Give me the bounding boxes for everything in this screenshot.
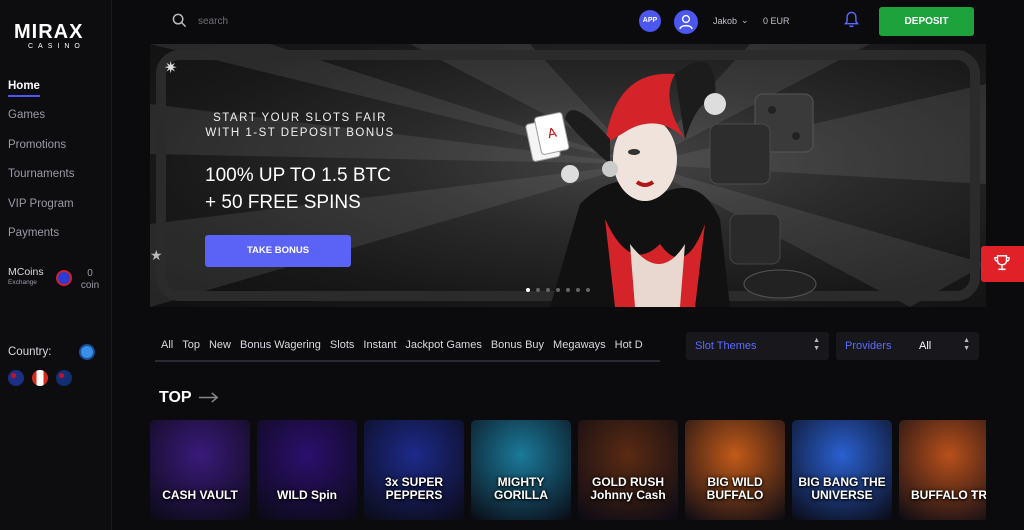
app-download-button[interactable]: APP (639, 10, 661, 32)
logo-text: MIRAX (14, 21, 84, 43)
tab-bonus-wagering[interactable]: Bonus Wagering (240, 339, 321, 351)
search-icon[interactable] (172, 13, 187, 28)
banner-offer: 100% UP TO 1.5 BTC + 50 FREE SPINS (205, 165, 391, 213)
promo-banner: ✷ ★ START YOUR SLOTS FAIR WITH 1-ST DEPO… (150, 44, 986, 307)
slide-dot[interactable] (586, 288, 590, 292)
slide-dot[interactable] (556, 288, 560, 292)
sidebar: MIRAX CASINO Home Games Promotions Tourn… (0, 0, 112, 530)
game-title: BIG BANG THE UNIVERSE (798, 475, 886, 502)
balance: 0 EUR (763, 16, 790, 26)
tab-slots[interactable]: Slots (330, 339, 354, 351)
sidebar-nav: Home Games Promotions Tournaments VIP Pr… (8, 72, 108, 248)
slot-themes-label: Slot Themes (695, 340, 757, 352)
game-tile[interactable]: CASH VAULT (150, 420, 250, 520)
tabs-scroll-indicator (155, 360, 491, 362)
game-tile[interactable]: 3x SUPER PEPPERS (364, 420, 464, 520)
mcoins-exchange[interactable]: MCoins Exchange 0 coin (8, 266, 108, 306)
casino-app: MIRAX CASINO Home Games Promotions Tourn… (0, 0, 1024, 530)
tournaments-side-button[interactable] (981, 246, 1024, 282)
australia-flag-icon[interactable] (8, 370, 24, 386)
logo[interactable]: MIRAX CASINO (14, 22, 96, 54)
banner-subtitle: START YOUR SLOTS FAIR WITH 1-ST DEPOSIT … (205, 112, 395, 139)
star-icon: ✷ (164, 60, 178, 77)
sort-arrows-icon: ▲ ▼ (813, 337, 820, 352)
mcoins-balance: 0 coin (80, 268, 100, 291)
category-tabs: All Top New Bonus Wagering Slots Instant… (155, 330, 660, 362)
game-title: CASH VAULT (162, 488, 238, 502)
user-icon (679, 14, 693, 30)
sidebar-item-home[interactable]: Home (8, 72, 108, 101)
slide-dot[interactable] (576, 288, 580, 292)
providers-select[interactable]: Providers All ▲ ▼ (836, 332, 979, 360)
top-bar: APP Jakob ⌄ 0 EUR DEPOSIT (150, 0, 986, 44)
games-carousel: CASH VAULT WILD Spin 3x SUPER PEPPERS MI… (150, 420, 986, 530)
chevron-right-icon[interactable]: › (963, 480, 985, 506)
tab-instant[interactable]: Instant (363, 339, 396, 351)
game-title: MIGHTY GORILLA (494, 475, 548, 502)
game-tile[interactable]: BIG BANG THE UNIVERSE (792, 420, 892, 520)
sidebar-item-payments[interactable]: Payments (8, 219, 108, 248)
game-title: GOLD RUSH Johnny Cash (590, 475, 666, 502)
game-tile[interactable]: MIGHTY GORILLA (471, 420, 571, 520)
sidebar-item-vip-program[interactable]: VIP Program (8, 190, 108, 219)
country-selector: Country: (8, 344, 108, 386)
slide-dot[interactable] (546, 288, 550, 292)
tab-all[interactable]: All (161, 339, 173, 351)
tab-top[interactable]: Top (182, 339, 200, 351)
sidebar-item-games[interactable]: Games (8, 101, 108, 130)
sidebar-item-promotions[interactable]: Promotions (8, 131, 108, 160)
logo-subtext: CASINO (28, 43, 85, 50)
game-title: WILD Spin (277, 488, 337, 502)
slide-dot[interactable] (566, 288, 570, 292)
providers-value: All (919, 340, 932, 352)
game-title: 3x SUPER PEPPERS (384, 475, 444, 502)
game-tile[interactable]: GOLD RUSH Johnny Cash (578, 420, 678, 520)
slot-themes-select[interactable]: Slot Themes ▲ ▼ (686, 332, 829, 360)
sidebar-item-tournaments[interactable]: Tournaments (8, 160, 108, 189)
deposit-button[interactable]: DEPOSIT (879, 7, 974, 36)
search-input[interactable] (198, 12, 398, 30)
bell-icon[interactable] (844, 11, 859, 28)
user-avatar[interactable] (674, 10, 698, 34)
game-title: BIG WILD BUFFALO (706, 475, 764, 502)
canada-flag-icon[interactable] (32, 370, 48, 386)
jester-illustration: A (525, 61, 817, 307)
slide-dot[interactable] (536, 288, 540, 292)
sort-arrows-icon: ▲ ▼ (963, 337, 970, 352)
trophy-icon (994, 255, 1010, 271)
slide-dot[interactable] (526, 288, 530, 292)
arrow-right-icon[interactable] (198, 391, 220, 404)
game-tile[interactable]: WILD Spin (257, 420, 357, 520)
slide-indicator (526, 288, 590, 292)
tab-new[interactable]: New (209, 339, 231, 351)
chevron-down-icon[interactable]: ⌄ (741, 15, 749, 26)
tab-jackpot-games[interactable]: Jackpot Games (405, 339, 481, 351)
mcoin-icon (56, 270, 72, 286)
new-zealand-flag-icon[interactable] (56, 370, 72, 386)
take-bonus-button[interactable]: TAKE BONUS (205, 235, 351, 267)
tab-megaways[interactable]: Megaways (553, 339, 606, 351)
providers-label: Providers (845, 340, 892, 352)
game-tile[interactable]: BIG WILD BUFFALO (685, 420, 785, 520)
tab-hot[interactable]: Hot D (615, 339, 643, 351)
globe-icon[interactable] (79, 344, 95, 360)
section-title[interactable]: TOP (159, 389, 192, 407)
username[interactable]: Jakob (713, 16, 737, 26)
tab-bonus-buy[interactable]: Bonus Buy (491, 339, 544, 351)
star-icon: ★ (150, 247, 163, 263)
country-flags (8, 370, 72, 386)
